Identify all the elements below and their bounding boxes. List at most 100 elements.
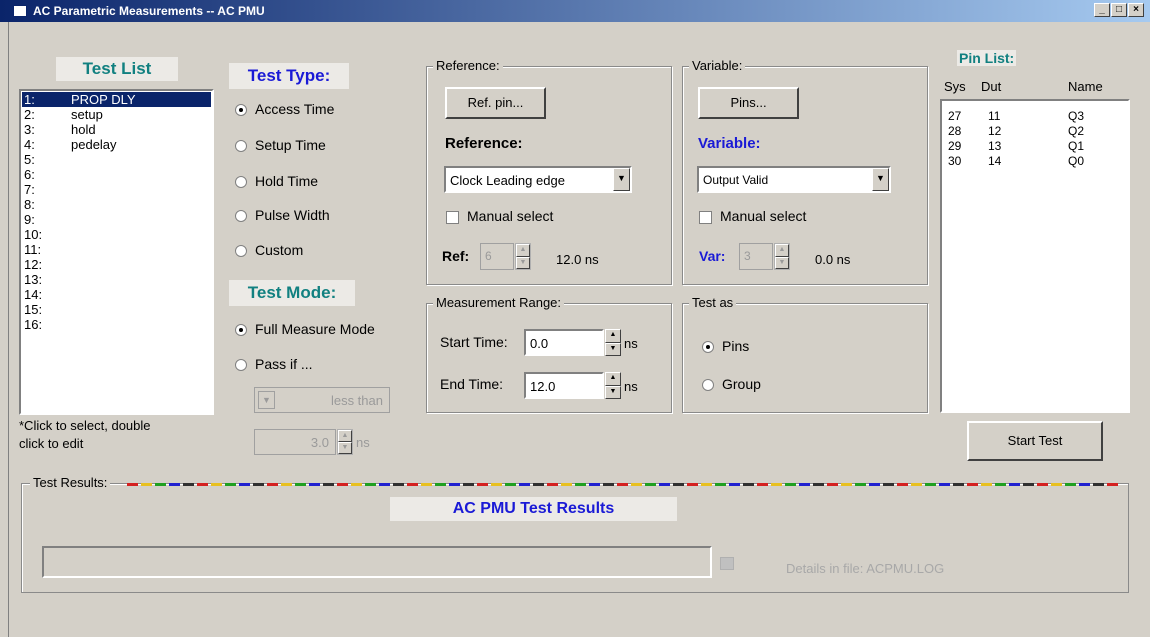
pins-button[interactable]: Pins... bbox=[698, 87, 799, 119]
pin-list-row[interactable]: 27 11 Q3 bbox=[942, 109, 1128, 124]
measurement-range-label: Measurement Range: bbox=[433, 295, 565, 310]
test-list-number: 3: bbox=[24, 122, 35, 137]
test-list-number: 5: bbox=[24, 152, 35, 167]
comparator-select[interactable]: ▼ less than bbox=[254, 387, 390, 413]
start-test-button[interactable]: Start Test bbox=[967, 421, 1103, 461]
radio-full-measure[interactable]: Full Measure Mode bbox=[235, 321, 375, 337]
test-type-heading: Test Type: bbox=[229, 63, 349, 89]
radio-icon bbox=[235, 245, 247, 258]
radio-hold-time[interactable]: Hold Time bbox=[235, 173, 318, 189]
reference-manual-select[interactable]: Manual select bbox=[446, 208, 553, 224]
variable-heading: Variable: bbox=[698, 135, 761, 152]
ref-time: 12.0 ns bbox=[556, 252, 599, 267]
test-list-hint-1: *Click to select, double bbox=[19, 418, 151, 433]
pin-list-row[interactable]: 28 12 Q2 bbox=[942, 124, 1128, 139]
checkbox-icon bbox=[699, 210, 712, 224]
chevron-down-icon[interactable]: ▼ bbox=[872, 168, 889, 191]
test-list-item[interactable]: 7: bbox=[22, 182, 211, 197]
test-list-number: 11: bbox=[24, 242, 42, 257]
ref-index-field[interactable]: 6 bbox=[480, 243, 514, 270]
test-list[interactable]: 1: PROP DLY 2: setup 3: hold 4: pedelay 5: 6: 7: 8:… bbox=[19, 89, 214, 415]
threshold-field[interactable]: 3.0 bbox=[254, 429, 336, 455]
test-list-hint-2: click to edit bbox=[19, 436, 84, 451]
test-list-number: 14: bbox=[24, 287, 43, 302]
radio-setup-time[interactable]: Setup Time bbox=[235, 137, 326, 153]
maximize-button[interactable]: □ bbox=[1111, 3, 1127, 17]
test-list-item[interactable]: 11: bbox=[22, 242, 211, 257]
test-list-number: 9: bbox=[24, 212, 35, 227]
test-list-item[interactable]: 14: bbox=[22, 287, 211, 302]
start-time-spinner[interactable]: ▲ ▼ bbox=[605, 329, 621, 356]
test-list-number: 15: bbox=[24, 302, 43, 317]
test-list-item[interactable]: 16: bbox=[22, 317, 211, 332]
test-list-name: setup bbox=[71, 107, 103, 122]
end-time-spinner[interactable]: ▲ ▼ bbox=[605, 372, 621, 399]
radio-icon bbox=[702, 341, 714, 354]
radio-test-as-pins[interactable]: Pins bbox=[702, 338, 749, 354]
spin-up-icon[interactable]: ▲ bbox=[605, 372, 621, 386]
ref-label: Ref: bbox=[442, 248, 470, 264]
spin-up-icon[interactable]: ▲ bbox=[605, 329, 621, 343]
pin-sys: 28 bbox=[948, 124, 962, 138]
pin-name: Q3 bbox=[1068, 109, 1085, 123]
checkbox-label: Manual select bbox=[467, 208, 554, 224]
radio-pass-if[interactable]: Pass if ... bbox=[235, 356, 313, 372]
pin-list-row[interactable]: 29 13 Q1 bbox=[942, 139, 1128, 154]
reference-combo[interactable]: Clock Leading edge ▼ bbox=[444, 166, 632, 193]
start-time-value: 0.0 bbox=[530, 336, 549, 351]
variable-combo[interactable]: Output Valid ▼ bbox=[697, 166, 891, 193]
radio-custom[interactable]: Custom bbox=[235, 242, 303, 258]
minimize-button[interactable]: _ bbox=[1094, 3, 1110, 17]
window-left-border bbox=[8, 22, 9, 637]
test-list-item[interactable]: 4: pedelay bbox=[22, 137, 211, 152]
variable-group-label: Variable: bbox=[689, 58, 746, 73]
pin-sys: 27 bbox=[948, 109, 962, 123]
test-as-group: Test as bbox=[682, 295, 928, 413]
spin-down-icon[interactable]: ▼ bbox=[605, 342, 621, 356]
radio-test-as-group[interactable]: Group bbox=[702, 376, 761, 392]
pin-list-row[interactable]: 30 14 Q0 bbox=[942, 154, 1128, 169]
end-time-label: End Time: bbox=[440, 376, 504, 392]
test-list-name: PROP DLY bbox=[71, 92, 136, 107]
ref-index-value: 6 bbox=[485, 249, 492, 263]
test-list-number: 2: bbox=[24, 107, 35, 122]
pin-sys: 30 bbox=[948, 154, 962, 168]
radio-icon bbox=[235, 324, 247, 337]
pin-list[interactable]: 27 11 Q3 28 12 Q2 29 13 Q1 30 14 Q0 bbox=[940, 99, 1130, 413]
variable-manual-select[interactable]: Manual select bbox=[699, 208, 806, 224]
close-button[interactable]: × bbox=[1128, 3, 1144, 17]
test-list-item[interactable]: 12: bbox=[22, 257, 211, 272]
test-list-number: 4: bbox=[24, 137, 35, 152]
test-list-item[interactable]: 2: setup bbox=[22, 107, 211, 122]
end-time-input[interactable]: 12.0 bbox=[524, 372, 604, 399]
test-list-item[interactable]: 5: bbox=[22, 152, 211, 167]
radio-access-time[interactable]: Access Time bbox=[235, 101, 334, 117]
radio-icon bbox=[702, 379, 714, 392]
pin-dut: 13 bbox=[988, 139, 1002, 153]
test-list-item[interactable]: 8: bbox=[22, 197, 211, 212]
test-list-item[interactable]: 13: bbox=[22, 272, 211, 287]
test-list-item[interactable]: 15: bbox=[22, 302, 211, 317]
reference-heading: Reference: bbox=[445, 135, 523, 152]
test-list-item[interactable]: 6: bbox=[22, 167, 211, 182]
test-list-number: 7: bbox=[24, 182, 35, 197]
radio-pulse-width[interactable]: Pulse Width bbox=[235, 207, 330, 223]
chevron-down-icon[interactable]: ▼ bbox=[613, 168, 630, 191]
var-index-field[interactable]: 3 bbox=[739, 243, 773, 270]
pin-col-sys: Sys bbox=[944, 79, 966, 94]
var-time: 0.0 ns bbox=[815, 252, 851, 267]
spin-down-icon[interactable]: ▼ bbox=[605, 385, 621, 399]
window-title: AC Parametric Measurements -- AC PMU bbox=[33, 4, 265, 18]
test-list-item[interactable]: 1: PROP DLY bbox=[22, 92, 211, 107]
ref-pin-button[interactable]: Ref. pin... bbox=[445, 87, 546, 119]
start-time-input[interactable]: 0.0 bbox=[524, 329, 604, 356]
ref-index-spinner[interactable]: ▲ ▼ bbox=[515, 243, 531, 270]
test-list-item[interactable]: 3: hold bbox=[22, 122, 211, 137]
var-label: Var: bbox=[699, 248, 726, 264]
test-list-item[interactable]: 10: bbox=[22, 227, 211, 242]
var-index-spinner[interactable]: ▲ ▼ bbox=[774, 243, 790, 270]
spin-up-icon: ▲ bbox=[338, 430, 352, 442]
threshold-spinner[interactable]: ▲ ▼ bbox=[337, 429, 353, 455]
pin-col-dut: Dut bbox=[981, 79, 1002, 94]
test-list-item[interactable]: 9: bbox=[22, 212, 211, 227]
